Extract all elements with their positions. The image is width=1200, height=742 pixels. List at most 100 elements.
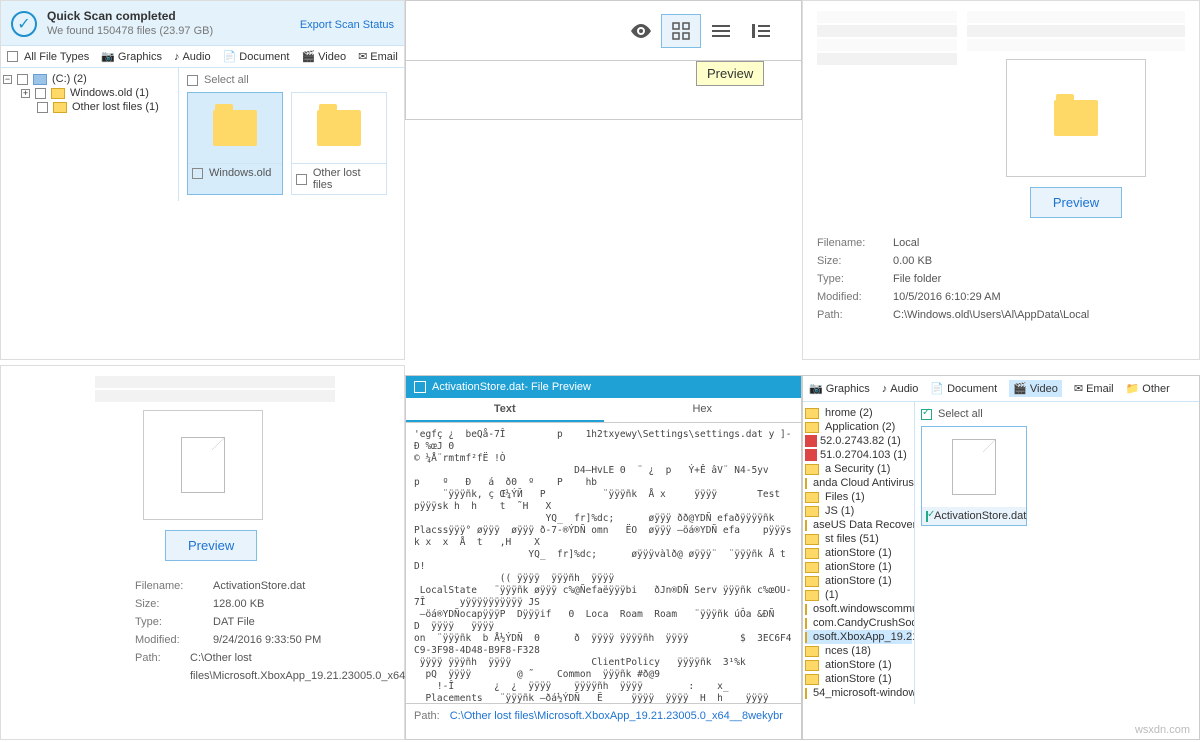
- tree-item[interactable]: com.CandyCrushSod: [805, 616, 912, 630]
- view-toolbar-panel: Preview: [405, 0, 802, 120]
- tree-item[interactable]: osoft.windowscommu: [805, 602, 912, 616]
- folder-icon: [805, 688, 807, 699]
- window-title: ActivationStore.dat- File Preview: [432, 381, 591, 393]
- list-view-button[interactable]: [701, 14, 741, 48]
- filter-audio[interactable]: ♪ Audio: [174, 51, 211, 63]
- filter-all[interactable]: All File Types: [7, 51, 89, 63]
- scan-banner: ✓ Quick Scan completed We found 150478 f…: [1, 1, 404, 45]
- preview-eye-button[interactable]: [621, 14, 661, 48]
- folder-icon: [51, 88, 65, 99]
- folder-icon: [805, 534, 819, 545]
- select-all-checkbox[interactable]: Select all: [921, 408, 1193, 420]
- folder-icon: [805, 548, 819, 559]
- folder-card-other-lost[interactable]: Other lost files: [291, 92, 387, 195]
- window-title-bar[interactable]: ActivationStore.dat- File Preview: [406, 376, 801, 398]
- scan-title: Quick Scan completed: [47, 9, 290, 23]
- file-metadata: Filename:Local Size:0.00 KB Type:File fo…: [817, 234, 1185, 324]
- folder-icon: [805, 604, 807, 615]
- select-all-checkbox[interactable]: Select all: [187, 74, 396, 86]
- path-bar: Path:C:\Other lost files\Microsoft.XboxA…: [406, 703, 801, 728]
- detail-view-button[interactable]: [741, 14, 781, 48]
- right-browser-panel: 📷 Graphics ♪ Audio 📄 Document 🎬 Video ✉ …: [802, 375, 1200, 740]
- filter-email[interactable]: ✉ Email: [1074, 382, 1114, 395]
- file-preview-window: ActivationStore.dat- File Preview Text H…: [405, 375, 802, 740]
- preview-button[interactable]: Preview: [1030, 187, 1122, 218]
- tree-item[interactable]: 51.0.2704.103 (1): [805, 448, 912, 462]
- file-metadata: Filename:ActivationStore.dat Size:128.00…: [135, 577, 390, 685]
- export-scan-link[interactable]: Export Scan Status: [300, 9, 394, 31]
- scan-result-panel: ✓ Quick Scan completed We found 150478 f…: [0, 0, 405, 360]
- tree-item[interactable]: ationStore (1): [805, 574, 912, 588]
- tree-item[interactable]: st files (51): [805, 532, 912, 546]
- folder-icon: [805, 632, 807, 643]
- folder-card-windows-old[interactable]: Windows.old: [187, 92, 283, 195]
- grid-view-button[interactable]: [661, 14, 701, 48]
- expand-icon[interactable]: +: [21, 89, 30, 98]
- filter-graphics[interactable]: 📷 Graphics: [101, 50, 162, 63]
- filter-document[interactable]: 📄 Document: [930, 382, 997, 395]
- tree-item[interactable]: 52.0.2743.82 (1): [805, 434, 912, 448]
- folder-icon: [805, 435, 817, 447]
- collapse-icon[interactable]: −: [3, 75, 12, 84]
- watermark: wsxdn.com: [1135, 724, 1190, 736]
- tree-item[interactable]: aseUS Data Recovery ': [805, 518, 912, 532]
- filter-graphics[interactable]: 📷 Graphics: [809, 382, 870, 395]
- folder-icon: [805, 449, 817, 461]
- tree-item[interactable]: JS (1): [805, 504, 912, 518]
- preview-thumbnail: [143, 410, 263, 520]
- filter-video[interactable]: 🎬 Video: [301, 50, 346, 63]
- text-dump[interactable]: 'egfç ¿ beQå-7Î p 1h2txyewy\Settings\set…: [406, 423, 801, 703]
- folder-icon: [805, 590, 819, 601]
- folder-icon: [805, 422, 819, 433]
- tree-item[interactable]: ationStore (1): [805, 546, 912, 560]
- tab-hex[interactable]: Hex: [604, 398, 802, 422]
- folder-icon: [805, 464, 819, 475]
- checkmark-icon: ✓: [11, 11, 37, 37]
- preview-button[interactable]: Preview: [165, 530, 257, 561]
- file-icon: [952, 439, 996, 495]
- tree-item[interactable]: a Security (1): [805, 462, 912, 476]
- filter-email[interactable]: ✉ Email: [358, 50, 398, 63]
- folder-icon: [805, 520, 807, 531]
- folder-icon: [805, 646, 819, 657]
- folder-tree[interactable]: hrome (2)Application (2)52.0.2743.82 (1)…: [803, 402, 915, 704]
- folder-icon: [213, 110, 257, 146]
- folder-icon: [1054, 100, 1098, 136]
- scan-subtitle: We found 150478 files (23.97 GB): [47, 25, 290, 37]
- tree-item[interactable]: osoft.XboxApp_19.21.:: [805, 630, 912, 644]
- file-card[interactable]: ActivationStore.dat: [921, 426, 1027, 526]
- filter-other[interactable]: 📁 Other: [1126, 382, 1170, 395]
- tree-item[interactable]: nces (18): [805, 644, 912, 658]
- folder-icon: [317, 110, 361, 146]
- filter-bar: 📷 Graphics ♪ Audio 📄 Document 🎬 Video ✉ …: [803, 376, 1199, 402]
- folder-icon: [805, 506, 819, 517]
- tab-text[interactable]: Text: [406, 398, 604, 422]
- filter-video[interactable]: 🎬 Video: [1009, 380, 1062, 397]
- tree-item[interactable]: ationStore (1): [805, 672, 912, 686]
- folder-icon: [805, 618, 807, 629]
- tree-item[interactable]: ationStore (1): [805, 560, 912, 574]
- folder-preview-panel: Preview Filename:Local Size:0.00 KB Type…: [802, 0, 1200, 360]
- folder-icon: [805, 660, 819, 671]
- tree-item[interactable]: ationStore (1): [805, 658, 912, 672]
- filter-audio[interactable]: ♪ Audio: [882, 383, 919, 395]
- tree-item[interactable]: Application (2): [805, 420, 912, 434]
- tree-item[interactable]: Files (1): [805, 490, 912, 504]
- file-icon: [181, 437, 225, 493]
- tree-item[interactable]: (1): [805, 588, 912, 602]
- tree-item[interactable]: 54_microsoft-window: [805, 686, 912, 700]
- folder-icon: [805, 562, 819, 573]
- window-icon: [414, 381, 426, 393]
- file-preview-panel: Preview Filename:ActivationStore.dat Siz…: [0, 365, 405, 740]
- folder-icon: [805, 674, 819, 685]
- filter-document[interactable]: 📄 Document: [223, 50, 290, 63]
- preview-tooltip: Preview: [696, 61, 764, 86]
- preview-thumbnail: [1006, 59, 1146, 177]
- folder-tree[interactable]: −(C:) (2) +Windows.old (1) Other lost fi…: [1, 68, 179, 201]
- folder-icon: [805, 408, 819, 419]
- tree-item[interactable]: hrome (2): [805, 406, 912, 420]
- folder-icon: [805, 492, 819, 503]
- folder-icon: [805, 576, 819, 587]
- tree-item[interactable]: anda Cloud Antivirus: [805, 476, 912, 490]
- folder-icon: [53, 102, 67, 113]
